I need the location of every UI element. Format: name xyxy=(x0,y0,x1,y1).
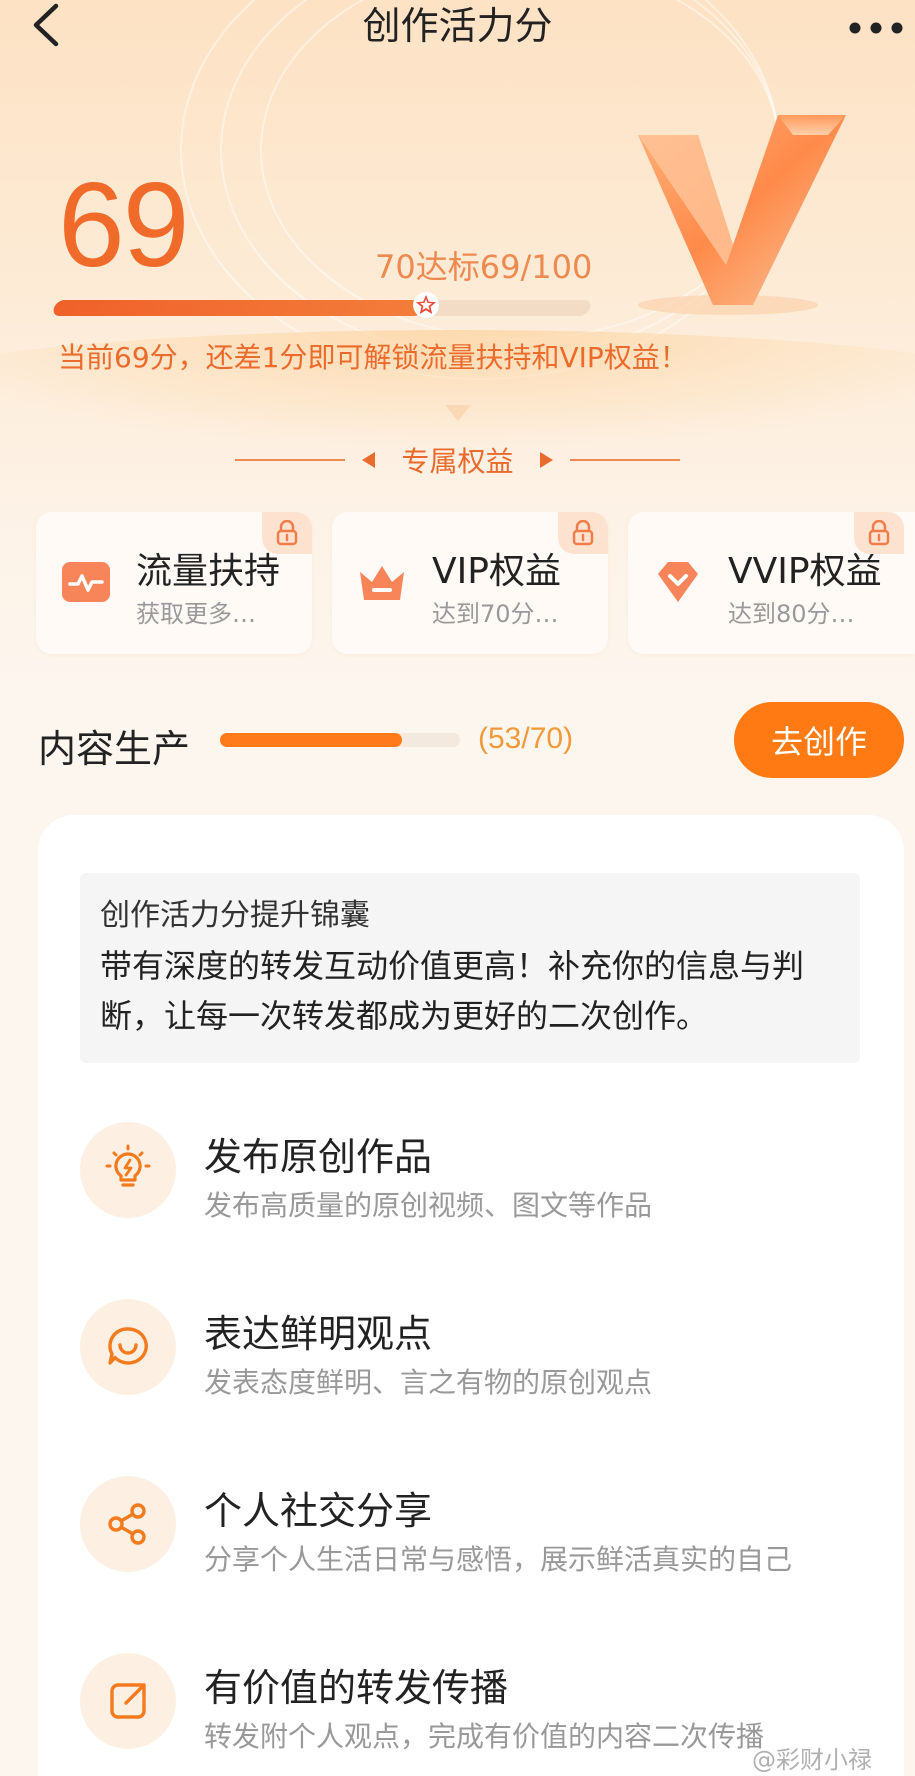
benefits-header: 专属权益 xyxy=(0,440,915,480)
tips-box: 创作活力分提升锦囊 带有深度的转发互动价值更高！补充你的信息与判断，让每一次转发… xyxy=(80,873,860,1063)
star-marker-icon xyxy=(413,292,439,318)
benefits-title: 专属权益 xyxy=(401,445,514,478)
lightbulb-icon xyxy=(105,1144,151,1187)
task-description: 转发附个人观点，完成有价值的内容二次传播 xyxy=(204,1720,765,1753)
tasks-card: 创作活力分提升锦囊 带有深度的转发互动价值更高！补充你的信息与判断，让每一次转发… xyxy=(38,815,904,1776)
lock-icon xyxy=(572,520,594,546)
score-value: 69 xyxy=(58,158,189,292)
task-item-opinion[interactable]: 表达鲜明观点 发表态度鲜明、言之有物的原创观点 xyxy=(80,1299,860,1399)
speech-bubble-icon xyxy=(108,1327,148,1365)
task-icon-bg xyxy=(80,1299,176,1395)
more-button[interactable] xyxy=(848,20,904,34)
back-button[interactable] xyxy=(26,0,70,48)
content-production-row: 内容生产 (53/70) 去创作 xyxy=(0,700,915,780)
chevron-left-icon xyxy=(33,3,59,47)
share-icon xyxy=(108,1503,146,1545)
create-button[interactable]: 去创作 xyxy=(734,702,904,778)
lock-badge xyxy=(262,512,312,554)
diamond-icon xyxy=(658,562,698,602)
page-title: 创作活力分 xyxy=(362,4,553,48)
triangle-left-icon xyxy=(362,452,376,468)
benefit-title: VIP权益 xyxy=(432,551,561,592)
content-progress-fill xyxy=(220,733,402,747)
content-progress-count: (53/70) xyxy=(478,722,574,755)
triangle-right-icon xyxy=(539,452,553,468)
task-icon-bg xyxy=(80,1476,176,1572)
task-description: 发表态度鲜明、言之有物的原创观点 xyxy=(204,1366,653,1399)
task-description: 发布高质量的原创视频、图文等作品 xyxy=(204,1189,653,1222)
task-item-social[interactable]: 个人社交分享 分享个人生活日常与感悟，展示鲜活真实的自己 xyxy=(80,1476,860,1576)
content-progress-bar xyxy=(220,733,460,747)
lock-icon xyxy=(276,520,298,546)
lock-icon xyxy=(868,520,890,546)
task-title: 有价值的转发传播 xyxy=(204,1666,509,1710)
task-icon-bg xyxy=(80,1122,176,1218)
more-dots-icon xyxy=(849,22,903,34)
lock-badge xyxy=(558,512,608,554)
score-target: 70达标69/100 xyxy=(375,248,593,286)
benefit-card-vvip[interactable]: VVIP权益 达到80分… xyxy=(628,512,915,654)
task-icon-bg xyxy=(80,1653,176,1749)
benefit-title: 流量扶持 xyxy=(136,551,281,592)
lock-badge xyxy=(854,512,904,554)
benefit-subtitle: 获取更多… xyxy=(136,600,256,628)
v-badge-icon xyxy=(638,115,846,315)
task-item-original[interactable]: 发布原创作品 发布高质量的原创视频、图文等作品 xyxy=(80,1122,860,1222)
task-title: 表达鲜明观点 xyxy=(204,1312,433,1356)
watermark-text: @彩财小禄 xyxy=(752,1746,872,1774)
notch-arrow xyxy=(445,405,471,421)
benefit-subtitle: 达到70分… xyxy=(432,600,559,628)
traffic-icon xyxy=(62,562,110,602)
tips-title: 创作活力分提升锦囊 xyxy=(100,898,370,933)
benefit-card-vip[interactable]: VIP权益 达到70分… xyxy=(332,512,608,654)
unlock-hint: 当前69分，还差1分即可解锁流量扶持和VIP权益！ xyxy=(58,341,688,374)
score-progress-bar xyxy=(51,300,593,316)
tips-body: 带有深度的转发互动价值更高！补充你的信息与判断，让每一次转发都成为更好的二次创作… xyxy=(100,947,805,1035)
watermark: @彩财小禄 xyxy=(752,1740,872,1775)
score-progress-fill xyxy=(51,300,427,316)
divider xyxy=(569,459,680,461)
crown-icon xyxy=(360,566,404,600)
task-description: 分享个人生活日常与感悟，展示鲜活真实的自己 xyxy=(204,1543,793,1576)
task-title: 个人社交分享 xyxy=(204,1489,433,1533)
task-title: 发布原创作品 xyxy=(204,1135,433,1179)
benefit-card-traffic[interactable]: 流量扶持 获取更多… xyxy=(36,512,312,654)
benefit-subtitle: 达到80分… xyxy=(728,600,855,628)
repost-icon xyxy=(110,1683,146,1719)
divider xyxy=(235,459,346,461)
content-production-label: 内容生产 xyxy=(38,727,191,771)
task-item-repost[interactable]: 有价值的转发传播 转发附个人观点，完成有价值的内容二次传播 xyxy=(80,1653,860,1753)
